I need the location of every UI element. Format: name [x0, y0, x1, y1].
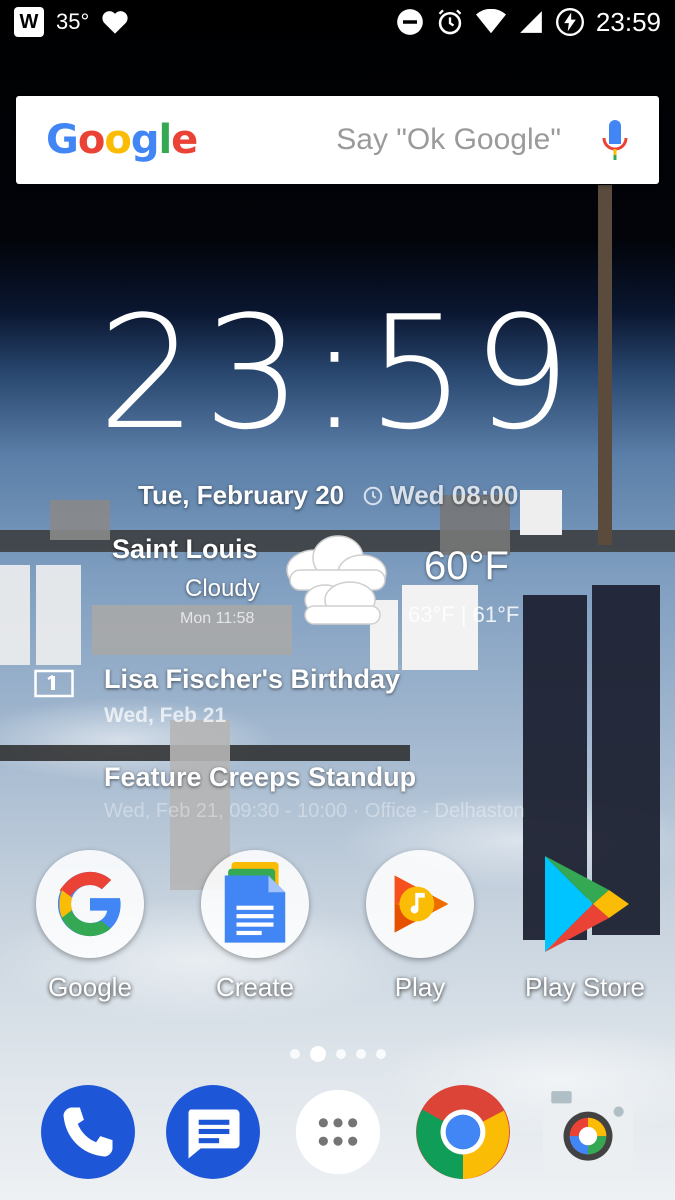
- heart-icon: [102, 11, 128, 34]
- calendar-event-title[interactable]: Lisa Fischer's Birthday: [104, 664, 400, 695]
- clock-widget[interactable]: 23:59: [0, 282, 675, 464]
- app-create[interactable]: Create: [180, 850, 330, 1003]
- page-dot: [335, 1049, 346, 1059]
- do-not-disturb-icon: [397, 9, 423, 35]
- weather-updated: Mon 11:58: [180, 610, 255, 627]
- play-music-icon: [366, 850, 474, 958]
- app-drawer-button[interactable]: [288, 1082, 388, 1182]
- google-logo: Google: [46, 117, 198, 163]
- page-dot: [355, 1049, 366, 1059]
- calendar-event-title[interactable]: Feature Creeps Standup: [104, 762, 416, 793]
- dock: [0, 1082, 675, 1182]
- phone-icon: [41, 1085, 135, 1179]
- weather-condition: Cloudy: [185, 575, 260, 602]
- weather-temperature: 35°: [56, 9, 90, 34]
- app-drawer-icon: [295, 1089, 381, 1175]
- app-play-music[interactable]: Play: [345, 850, 495, 1003]
- camera-icon: [543, 1091, 633, 1173]
- status-bar: W 35° 23:59: [0, 0, 675, 44]
- app-label: Play: [394, 972, 446, 1002]
- page-dot-active: [309, 1046, 326, 1062]
- calendar-event-detail: Wed, Feb 21, 09:30 - 10:00 · Office - De…: [104, 800, 525, 822]
- play-store-icon: [531, 850, 639, 958]
- app-play-store[interactable]: Play Store: [510, 850, 660, 1003]
- cell-signal-icon: [520, 11, 542, 33]
- wifi-icon: [475, 9, 506, 34]
- microphone-icon[interactable]: [601, 118, 629, 162]
- app-google[interactable]: Google: [15, 850, 165, 1003]
- app-notification-icon: W: [14, 7, 44, 37]
- battery-charging-icon: [555, 8, 584, 36]
- status-clock: 23:59: [595, 6, 661, 37]
- weather-city[interactable]: Saint Louis: [112, 534, 258, 565]
- calendar-icon: [34, 669, 74, 698]
- page-dot: [375, 1049, 386, 1059]
- alarm-icon: [363, 486, 383, 505]
- weather-high-low: 63°F | 61°F: [408, 602, 520, 627]
- page-dot: [289, 1049, 300, 1059]
- docs-icon: [201, 850, 309, 958]
- google-search-bar[interactable]: Google Say "Ok Google": [16, 96, 659, 184]
- next-alarm-time: Wed 08:00: [390, 480, 519, 510]
- calendar-event-date: Wed, Feb 21: [104, 704, 227, 727]
- weather-temperature-large: 60°F: [424, 544, 509, 588]
- search-hint: Say "Ok Google": [336, 123, 561, 156]
- chrome-button[interactable]: [413, 1082, 513, 1182]
- page-indicator[interactable]: [0, 1046, 675, 1062]
- date-row[interactable]: Tue, February 20 Wed 08:00: [138, 480, 518, 511]
- app-label: Create: [215, 972, 295, 1002]
- google-icon: [36, 850, 144, 958]
- cloudy-weather-icon: [286, 535, 387, 625]
- app-label: Google: [48, 972, 132, 1002]
- alarm-icon: [438, 9, 462, 35]
- messages-button[interactable]: [163, 1082, 263, 1182]
- camera-button[interactable]: [538, 1082, 638, 1182]
- next-alarm[interactable]: Wed 08:00: [362, 480, 518, 511]
- widget-date: Tue, February 20: [138, 480, 345, 510]
- phone-button[interactable]: [38, 1082, 138, 1182]
- messages-icon: [166, 1085, 260, 1179]
- chrome-icon: [416, 1085, 510, 1179]
- app-label: Play Store: [525, 972, 645, 1002]
